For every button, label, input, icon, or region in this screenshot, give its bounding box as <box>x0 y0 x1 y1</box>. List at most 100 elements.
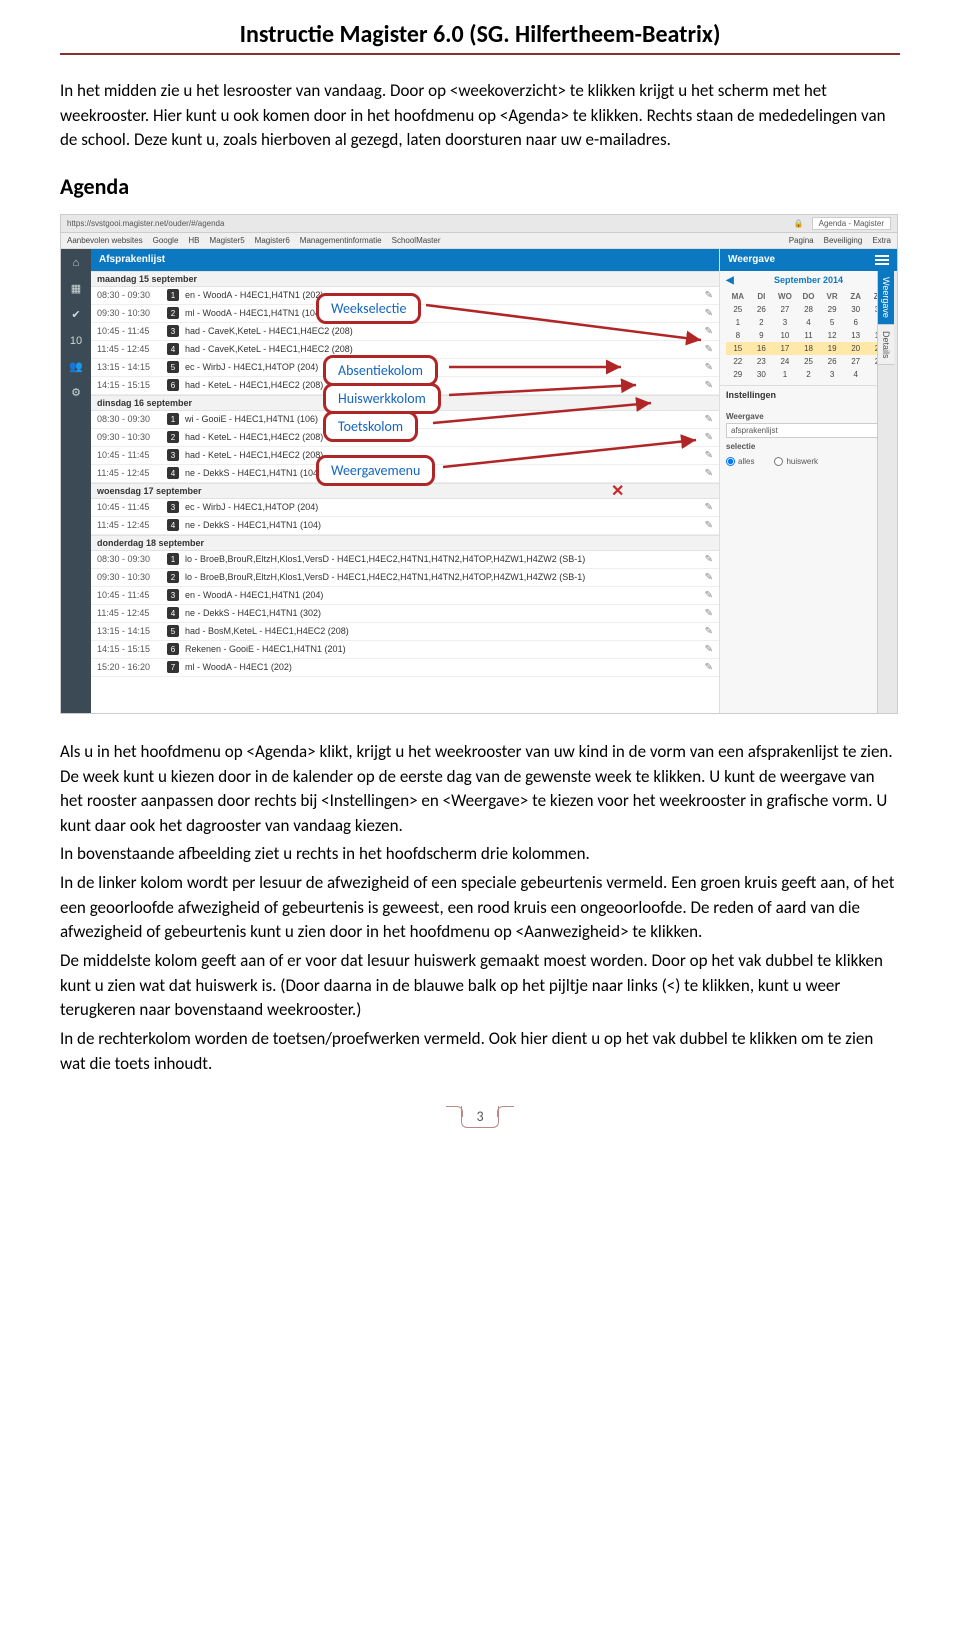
edit-icon[interactable]: ✎ <box>705 432 713 443</box>
lesson-row[interactable]: 09:30 - 10:302lo - BroeB,BrouR,EltzH,Klo… <box>91 569 719 587</box>
edit-icon[interactable]: ✎ <box>705 308 713 319</box>
edit-icon[interactable]: ✎ <box>705 414 713 425</box>
edit-icon[interactable]: ✎ <box>705 644 713 655</box>
lesson-row[interactable]: 10:45 - 11:453had - CaveK,KeteL - H4EC1,… <box>91 323 719 341</box>
edit-icon[interactable]: ✎ <box>705 608 713 619</box>
calendar-day[interactable]: 10 <box>773 329 797 342</box>
calendar-day[interactable]: 17 <box>773 342 797 355</box>
lesson-row[interactable]: 11:45 - 12:454ne - DekkS - H4EC1,H4TN1 (… <box>91 605 719 623</box>
bookmark-item[interactable]: HB <box>188 236 199 245</box>
prev-month[interactable]: ◀ <box>726 275 734 286</box>
check-icon[interactable]: ✔ <box>68 307 84 323</box>
calendar-day[interactable]: 26 <box>750 303 774 316</box>
calendar-day[interactable]: 13 <box>844 329 868 342</box>
edit-icon[interactable]: ✎ <box>705 362 713 373</box>
calendar-day[interactable]: 9 <box>750 329 774 342</box>
lesson-row[interactable]: 08:30 - 09:301lo - BroeB,BrouR,EltzH,Klo… <box>91 551 719 569</box>
calendar-day[interactable]: 1 <box>773 368 797 381</box>
bookmark-item[interactable]: Aanbevolen websites <box>67 236 143 245</box>
edit-icon[interactable]: ✎ <box>705 468 713 479</box>
calendar-day[interactable]: 22 <box>726 355 750 368</box>
calendar-day[interactable]: 2 <box>797 368 821 381</box>
edit-icon[interactable]: ✎ <box>705 344 713 355</box>
month-label: September 2014 <box>774 275 843 285</box>
tab-details[interactable]: Details <box>878 325 894 366</box>
bookmark-item[interactable]: Managementinformatie <box>300 236 382 245</box>
calendar-day[interactable]: 25 <box>726 303 750 316</box>
edit-icon[interactable]: ✎ <box>705 572 713 583</box>
calendar-day[interactable]: 3 <box>773 316 797 329</box>
browser-menu-item[interactable]: Extra <box>872 236 891 245</box>
period-badge: 4 <box>167 343 179 355</box>
calendar-day[interactable]: 23 <box>750 355 774 368</box>
weergave-select[interactable]: afsprakenlijst ˅ <box>726 423 891 438</box>
edit-icon[interactable]: ✎ <box>705 380 713 391</box>
calendar-day[interactable]: 6 <box>844 316 868 329</box>
main-title: Afsprakenlijst <box>99 254 165 265</box>
calendar-day[interactable]: 11 <box>797 329 821 342</box>
edit-icon[interactable]: ✎ <box>705 520 713 531</box>
calendar-day[interactable]: 12 <box>820 329 844 342</box>
grades-icon[interactable]: 10 <box>68 333 84 349</box>
calendar-day[interactable]: 30 <box>750 368 774 381</box>
edit-icon[interactable]: ✎ <box>705 450 713 461</box>
calendar-day[interactable]: 4 <box>844 368 868 381</box>
calendar-day[interactable]: 4 <box>797 316 821 329</box>
calendar-day[interactable]: 8 <box>726 329 750 342</box>
calendar-day[interactable]: 30 <box>844 303 868 316</box>
menu-icon[interactable] <box>875 255 889 265</box>
tab-weergave[interactable]: Weergave <box>878 271 894 325</box>
calendar-day[interactable]: 29 <box>726 368 750 381</box>
edit-icon[interactable]: ✎ <box>705 290 713 301</box>
calendar-day[interactable]: 16 <box>750 342 774 355</box>
calendar-day[interactable]: 29 <box>820 303 844 316</box>
calendar[interactable]: MADIWODOVRZAZO25262728293031123456789101… <box>720 290 897 385</box>
radio-huiswerk[interactable]: huiswerk <box>774 457 818 466</box>
edit-icon[interactable]: ✎ <box>705 662 713 673</box>
lesson-row[interactable]: 10:45 - 11:453en - WoodA - H4EC1,H4TN1 (… <box>91 587 719 605</box>
bookmark-item[interactable]: Magister6 <box>255 236 290 245</box>
calendar-day[interactable]: 5 <box>820 316 844 329</box>
browser-tab[interactable]: Agenda - Magister <box>812 217 891 230</box>
instellingen-header[interactable]: Instellingen ˄ <box>720 385 897 404</box>
calendar-day[interactable]: 24 <box>773 355 797 368</box>
lesson-row[interactable]: 14:15 - 15:156Rekenen - GooiE - H4EC1,H4… <box>91 641 719 659</box>
calendar-day[interactable]: 19 <box>820 342 844 355</box>
calendar-day[interactable]: 1 <box>726 316 750 329</box>
calendar-day[interactable]: 27 <box>773 303 797 316</box>
lesson-row[interactable]: 11:45 - 12:454ne - DekkS - H4EC1,H4TN1 (… <box>91 517 719 535</box>
browser-menu-item[interactable]: Beveiliging <box>824 236 863 245</box>
calendar-day[interactable]: 20 <box>844 342 868 355</box>
bookmark-item[interactable]: SchoolMaster <box>392 236 441 245</box>
time-range: 13:15 - 14:15 <box>97 626 161 636</box>
edit-icon[interactable]: ✎ <box>705 326 713 337</box>
people-icon[interactable]: 👥 <box>68 359 84 375</box>
calendar-day[interactable]: 2 <box>750 316 774 329</box>
calendar-day[interactable]: 25 <box>797 355 821 368</box>
calendar-day[interactable]: 3 <box>820 368 844 381</box>
browser-menu-item[interactable]: Pagina <box>789 236 814 245</box>
edit-icon[interactable]: ✎ <box>705 590 713 601</box>
delete-icon[interactable]: ✕ <box>611 481 624 501</box>
side-tabs: Weergave Details <box>877 271 897 713</box>
calendar-day[interactable]: 15 <box>726 342 750 355</box>
lesson-desc: had - CaveK,KeteL - H4EC1,H4EC2 (208) <box>185 344 699 354</box>
edit-icon[interactable]: ✎ <box>705 502 713 513</box>
bookmark-item[interactable]: Google <box>153 236 179 245</box>
lesson-row[interactable]: 15:20 - 16:207ml - WoodA - H4EC1 (202)✎ <box>91 659 719 677</box>
gear-icon[interactable]: ⚙ <box>68 385 84 401</box>
lesson-row[interactable]: 10:45 - 11:453ec - WirbJ - H4EC1,H4TOP (… <box>91 499 719 517</box>
edit-icon[interactable]: ✎ <box>705 626 713 637</box>
lesson-row[interactable]: 13:15 - 14:155had - BosM,KeteL - H4EC1,H… <box>91 623 719 641</box>
radio-alles[interactable]: alles <box>726 457 754 466</box>
calendar-day[interactable]: 26 <box>820 355 844 368</box>
sidebar: ⌂ ▦ ✔ 10 👥 ⚙ <box>61 249 91 713</box>
calendar-day[interactable]: 28 <box>797 303 821 316</box>
selectie-label: selectie <box>726 442 891 451</box>
edit-icon[interactable]: ✎ <box>705 554 713 565</box>
calendar-day[interactable]: 18 <box>797 342 821 355</box>
calendar-icon[interactable]: ▦ <box>68 281 84 297</box>
home-icon[interactable]: ⌂ <box>68 255 84 271</box>
bookmark-item[interactable]: Magister5 <box>210 236 245 245</box>
calendar-day[interactable]: 27 <box>844 355 868 368</box>
